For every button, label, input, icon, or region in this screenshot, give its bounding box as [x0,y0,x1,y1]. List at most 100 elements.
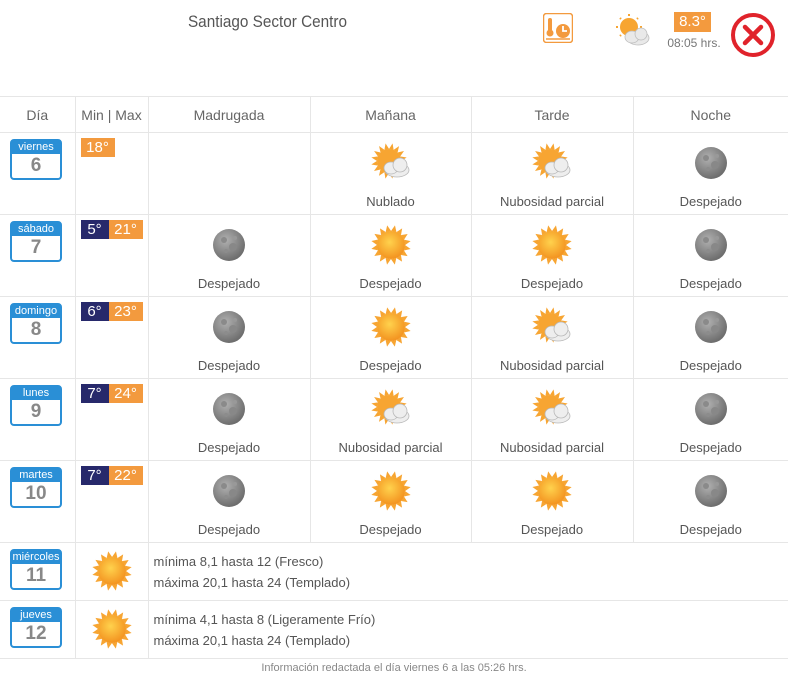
forecast-slot: Despejado [470,460,633,543]
sun-icon [370,225,411,265]
table-row: lunes 9 7° 24° Despejado Nubosidad parcia… [0,378,788,461]
day-name: miércoles [12,551,60,564]
minmax-badges: 5° 21° [80,220,143,239]
calendar-icon: viernes 6 [10,139,62,180]
forecast-slot: Despejado [147,214,310,297]
day-number: 9 [30,401,42,422]
day-cell: jueves 12 [0,600,75,659]
table-row: domingo 8 6° 23° Despejado Despejado Nubo… [0,296,788,379]
sun-cloud-icon [616,14,650,46]
footer-note: Información redactada el día viernes 6 a… [261,662,527,674]
extended-icon-cell [74,600,148,659]
condition-label: Despejado [197,522,261,537]
sun-cloud-icon [532,143,571,179]
forecast-slot: Nublado [309,132,471,215]
condition-label: Nubosidad parcial [499,194,605,209]
max-temp: 21° [108,220,143,239]
calendar-icon: domingo 8 [10,303,62,344]
condition-label: Despejado [359,358,422,373]
moon-icon [694,393,727,425]
sun-icon [370,307,411,347]
day-number: 8 [30,319,42,340]
day-number: 12 [25,623,47,644]
forecast-slot: Despejado [632,460,788,543]
col-header-minmax: Min | Max [74,96,148,133]
minmax-cell: 5° 21° [74,214,148,297]
day-name: sábado [12,223,60,236]
minmax-badges: 7° 22° [80,466,143,485]
day-cell: domingo 8 [0,296,75,379]
minmax-cell: 7° 24° [74,378,148,461]
forecast-slot: Despejado [309,460,471,543]
day-number: 11 [25,565,47,586]
condition-label: Despejado [359,276,422,291]
max-range-text: máxima 20,1 hasta 24 (Templado) [153,632,351,648]
minmax-badges: 7° 24° [80,384,143,403]
forecast-slot: Despejado [632,214,788,297]
day-name: lunes [12,387,60,400]
day-cell: sábado 7 [0,214,75,297]
sun-cloud-icon [532,389,571,425]
forecast-slot: Despejado [147,378,310,461]
condition-label: Despejado [679,522,742,537]
min-range-text: mínima 4,1 hasta 8 (Ligeramente Frío) [153,611,376,627]
calendar-icon: sábado 7 [10,221,62,262]
condition-label: Nubosidad parcial [338,440,443,455]
table-header: Día Min | Max Madrugada Mañana Tarde Noc… [0,96,788,133]
day-cell: miércoles 11 [0,542,75,601]
sun-icon [532,225,572,265]
sun-cloud-icon [532,307,571,343]
moon-icon [694,311,727,343]
moon-icon [213,393,245,425]
forecast-slot: Despejado [147,460,310,543]
min-temp: 5° [80,220,109,239]
extended-icon-cell [74,542,148,601]
col-header-manana: Mañana [309,96,471,133]
condition-label: Despejado [679,440,742,455]
min-temp: 7° [80,384,109,403]
max-range-text: máxima 20,1 hasta 24 (Templado) [153,574,351,590]
forecast-slot: Despejado [309,296,471,379]
forecast-slot [147,132,310,215]
minmax-badges: 18° [80,138,115,157]
col-header-madrugada: Madrugada [147,96,310,133]
min-temp: 7° [80,466,109,485]
condition-label: Despejado [679,358,742,373]
col-header-tarde: Tarde [470,96,633,133]
sun-icon [532,471,572,511]
moon-icon [694,229,727,261]
minmax-cell: 7° 22° [74,460,148,543]
forecast-slot: Nubosidad parcial [470,296,633,379]
forecast-table: Día Min | Max Madrugada Mañana Tarde Noc… [0,96,788,659]
day-cell: martes 10 [0,460,75,543]
forecast-slot: Nubosidad parcial [470,378,633,461]
day-name: jueves [12,609,60,622]
col-header-noche: Noche [632,96,788,133]
close-icon[interactable] [730,12,776,58]
condition-label: Despejado [197,440,261,455]
forecast-slot: Despejado [147,296,310,379]
max-temp: 18° [80,138,115,157]
calendar-icon: miércoles 11 [10,549,62,590]
minmax-cell: 18° [74,132,148,215]
calendar-icon: martes 10 [10,467,62,508]
cloud-icon [370,143,409,179]
min-temp: 6° [80,302,109,321]
day-name: martes [12,469,60,482]
page-title: Santiago Sector Centro [187,12,348,31]
condition-label: Nublado [366,194,415,209]
table-row: miércoles 11 mínima 8,1 hasta 12 (Fresco… [0,542,788,601]
sun-cloud-icon [370,389,409,425]
table-row: jueves 12 mínima 4,1 hasta 8 (Ligerament… [0,600,788,659]
extended-forecast-text: mínima 8,1 hasta 12 (Fresco) máxima 20,1… [147,542,788,601]
max-temp: 24° [108,384,143,403]
minmax-badges: 6° 23° [80,302,143,321]
forecast-slot: Despejado [632,378,788,461]
condition-label: Nubosidad parcial [499,358,605,373]
forecast-slot: Despejado [309,214,471,297]
moon-icon [694,147,727,179]
condition-label: Despejado [679,276,742,291]
moon-icon [694,475,727,507]
forecast-slot: Nubosidad parcial [309,378,471,461]
current-time: 08:05 hrs. [667,36,721,50]
